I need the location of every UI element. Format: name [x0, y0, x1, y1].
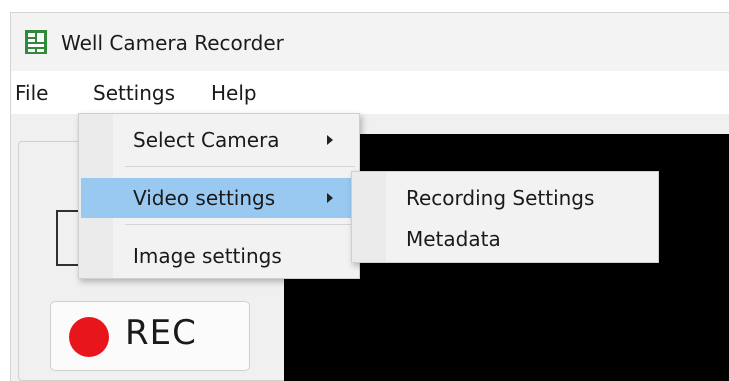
video-settings-submenu: Recording Settings Metadata: [351, 171, 659, 263]
menu-help[interactable]: Help: [211, 79, 257, 107]
rec-button-label: REC: [125, 313, 197, 353]
submenu-arrow-icon: [327, 193, 333, 203]
title-bar: Well Camera Recorder: [11, 13, 729, 71]
rec-button[interactable]: REC: [50, 301, 250, 371]
submenu-item-recording-settings[interactable]: Recording Settings: [406, 186, 594, 210]
submenu-item-metadata[interactable]: Metadata: [406, 227, 501, 251]
menu-file[interactable]: File: [15, 79, 48, 107]
menu-separator: [125, 166, 355, 167]
menu-item-image-settings[interactable]: Image settings: [81, 236, 357, 276]
menu-bar: File Settings Help: [11, 71, 729, 114]
menu-item-label: Select Camera: [133, 128, 280, 152]
menu-separator: [125, 224, 355, 225]
menu-item-select-camera[interactable]: Select Camera: [81, 120, 357, 160]
menu-item-video-settings[interactable]: Video settings: [81, 178, 357, 218]
menu-settings[interactable]: Settings: [93, 79, 175, 107]
record-dot-icon: [69, 317, 109, 357]
window-title: Well Camera Recorder: [61, 31, 284, 55]
settings-dropdown: Select Camera Video settings Image setti…: [78, 113, 360, 279]
menu-icon-column: [352, 172, 386, 262]
menu-item-label: Video settings: [133, 186, 276, 210]
menu-item-label: Image settings: [133, 244, 282, 268]
submenu-arrow-icon: [327, 135, 333, 145]
app-logo-icon: [25, 30, 47, 54]
